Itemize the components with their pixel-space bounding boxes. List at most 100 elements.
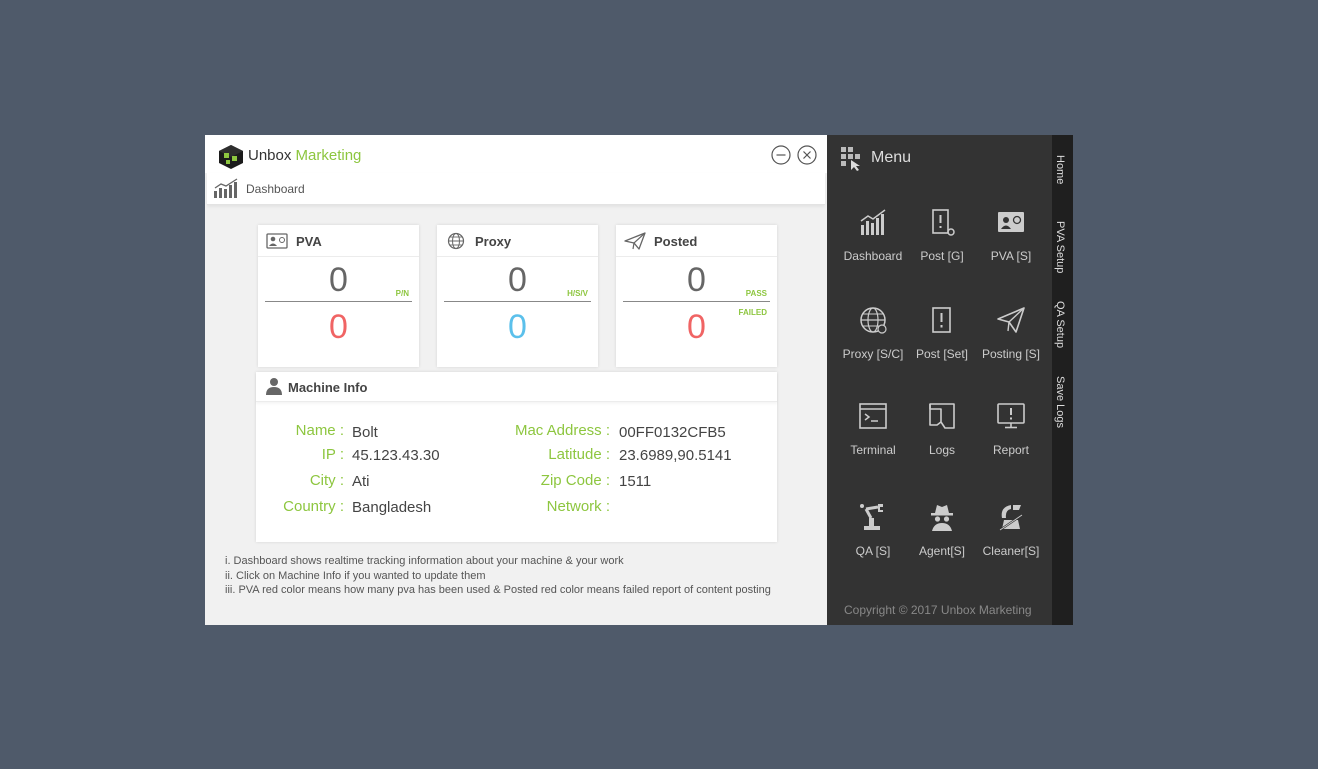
tab-save-logs[interactable]: Save Logs [1054, 376, 1066, 428]
menu-item-cleaner-s[interactable]: Cleaner[S] [975, 502, 1047, 572]
post-alert-icon [932, 307, 951, 333]
city-label: City : [309, 472, 344, 489]
menu-item-label: Report [992, 443, 1030, 457]
logs-icon [929, 403, 955, 429]
name-label: Name : [295, 422, 344, 439]
tab-qa-setup[interactable]: QA Setup [1054, 301, 1066, 348]
user-icon [266, 378, 282, 395]
menu-item-label: Proxy [S/C] [842, 347, 904, 361]
menu-item-label: Terminal [850, 443, 896, 457]
terminal-icon [859, 403, 887, 429]
menu-item-posting-s[interactable]: Posting [S] [975, 305, 1047, 375]
country-label: Country : [283, 498, 344, 515]
card-title: Posted [654, 234, 698, 249]
name-value: Bolt [352, 424, 378, 441]
menu-item-label: Post [G] [920, 249, 964, 263]
globe-icon [447, 232, 465, 250]
card-title: Proxy [475, 234, 512, 249]
spy-agent-icon [931, 505, 953, 531]
title-bar: Unbox Marketing [205, 135, 827, 173]
menu-item-label: Posting [S] [981, 347, 1041, 361]
pva-used-count: 0 [329, 308, 348, 346]
tab-home[interactable]: Home [1054, 155, 1066, 184]
note-item: iii. PVA red color means how many pva ha… [225, 584, 771, 596]
card-header: Proxy [437, 225, 598, 257]
app-window: Unbox Marketing Dashboard PVA 0 P/N 0 Pr… [205, 135, 1073, 625]
robot-arm-icon [860, 504, 883, 530]
posted-failed-count: 0 [687, 308, 706, 346]
note-item: ii. Click on Machine Info if you wanted … [225, 569, 486, 582]
divider [265, 301, 412, 302]
menu-item-pva-s[interactable]: PVA [S] [975, 207, 1047, 277]
latitude-value: 23.6989,90.5141 [619, 447, 732, 464]
latitude-label: Latitude : [548, 446, 610, 463]
menu-item-qa-s[interactable]: QA [S] [837, 502, 909, 572]
breadcrumb-label: Dashboard [246, 182, 305, 196]
machine-info-header[interactable]: Machine Info [256, 372, 777, 402]
card-title: PVA [296, 234, 322, 249]
id-card-icon [266, 233, 288, 249]
menu-item-logs[interactable]: Logs [906, 401, 978, 471]
vertical-tab-strip: Home PVA Setup QA Setup Save Logs [1052, 135, 1073, 625]
minimize-button[interactable] [771, 145, 791, 165]
divider [623, 301, 770, 302]
menu-item-label: Agent[S] [918, 544, 966, 558]
ip-value: 45.123.43.30 [352, 447, 440, 464]
app-title-main: Unbox [248, 147, 292, 164]
breadcrumb: Dashboard [207, 173, 825, 205]
tab-pva-setup[interactable]: PVA Setup [1054, 221, 1066, 273]
card-header: Posted [616, 225, 777, 257]
globe-www-icon [860, 307, 887, 334]
app-logo-icon [219, 145, 243, 169]
report-icon [997, 403, 1025, 429]
menu-item-label: Dashboard [843, 249, 903, 263]
menu-item-dashboard[interactable]: Dashboard [837, 207, 909, 277]
menu-item-post-g[interactable]: Post [G] [906, 207, 978, 277]
app-title: Unbox Marketing [248, 147, 361, 164]
proxy-secondary-count: 0 [508, 308, 527, 346]
cleaner-icon [999, 505, 1023, 531]
menu-item-agent-s[interactable]: Agent[S] [906, 502, 978, 572]
paper-plane-icon [624, 232, 646, 250]
posted-card: Posted 0 PASS FAILED 0 [616, 225, 777, 367]
main-panel: Unbox Marketing Dashboard PVA 0 P/N 0 Pr… [205, 135, 827, 625]
menu-item-post-set[interactable]: Post [Set] [906, 305, 978, 375]
menu-grid-icon [841, 147, 860, 171]
bar-chart-icon [214, 178, 238, 198]
network-label: Network : [546, 498, 610, 515]
menu-title: Menu [871, 149, 912, 166]
country-value: Bangladesh [352, 499, 432, 516]
zip-code-label: Zip Code : [540, 472, 610, 489]
close-button[interactable] [797, 145, 817, 165]
card-tag: P/N [395, 289, 409, 298]
app-title-accent: Marketing [295, 147, 362, 164]
note-item: i. Dashboard shows realtime tracking inf… [225, 555, 624, 567]
mac-address-label: Mac Address : [514, 422, 610, 439]
divider [444, 301, 591, 302]
menu-item-label: Post [Set] [915, 347, 969, 361]
card-tag-pass: PASS [745, 289, 767, 298]
card-tag: H/S/V [567, 289, 588, 298]
paper-plane-icon [997, 307, 1025, 333]
city-value: Ati [352, 473, 370, 490]
mac-address-value: 00FF0132CFB5 [619, 424, 726, 441]
notes-list: i. Dashboard shows realtime tracking inf… [225, 554, 771, 598]
side-menu: Menu Dashboard Post [G] PVA [S] Proxy [S… [827, 135, 1052, 625]
card-header: PVA [258, 225, 419, 257]
menu-item-terminal[interactable]: Terminal [837, 401, 909, 471]
ip-label: IP : [321, 446, 344, 463]
machine-info-title: Machine Info [288, 380, 368, 395]
menu-item-proxy-sc[interactable]: Proxy [S/C] [837, 305, 909, 375]
menu-item-label: QA [S] [855, 544, 891, 558]
id-card-icon [998, 212, 1024, 232]
pva-card: PVA 0 P/N 0 [258, 225, 419, 367]
machine-info-panel[interactable]: Machine Info Name : Bolt IP : 45.123.43.… [256, 372, 777, 542]
menu-item-label: Logs [928, 443, 956, 457]
menu-item-label: PVA [S] [990, 249, 1032, 263]
menu-item-report[interactable]: Report [975, 401, 1047, 471]
post-gear-icon [932, 209, 955, 236]
zip-code-value: 1511 [619, 473, 652, 490]
copyright-text: Copyright © 2017 Unbox Marketing [844, 603, 1032, 617]
menu-item-label: Cleaner[S] [982, 544, 1040, 558]
bar-chart-icon [860, 209, 886, 235]
